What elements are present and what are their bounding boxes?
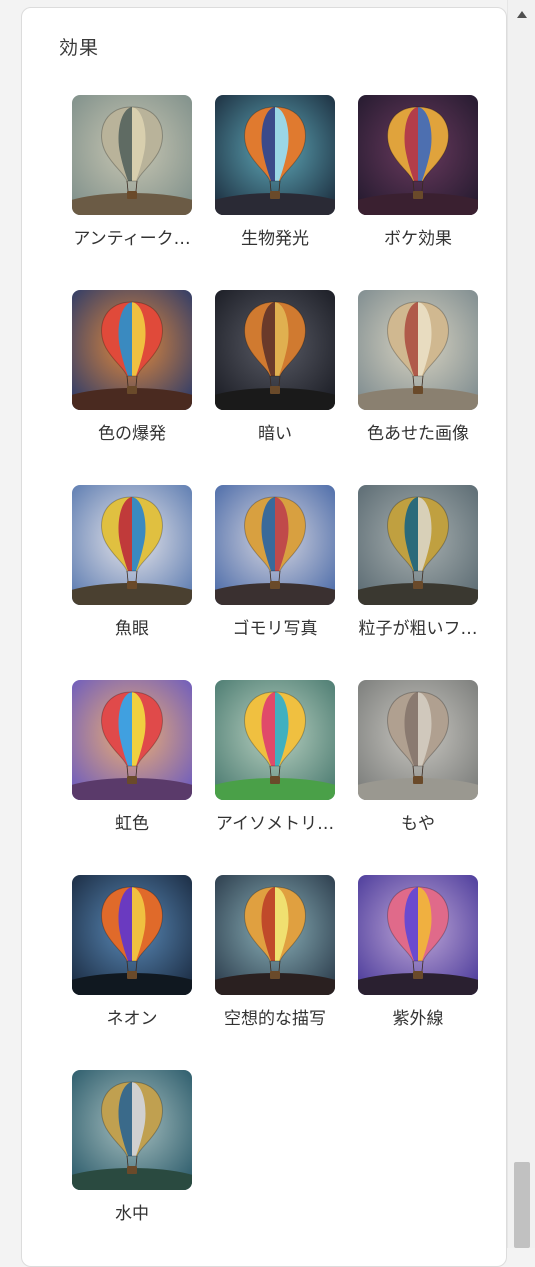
effect-option[interactable]: ゴモリ写真 (204, 485, 346, 680)
effect-thumbnail (215, 290, 335, 410)
effect-label: アイソメトリ… (215, 814, 335, 834)
effect-option[interactable]: アンティーク… (61, 95, 203, 290)
hot-air-balloon-image (358, 95, 478, 215)
effect-thumbnail (72, 95, 192, 215)
hot-air-balloon-image (72, 485, 192, 605)
effect-option[interactable]: アイソメトリ… (204, 680, 346, 875)
effect-label: ボケ効果 (384, 229, 452, 249)
effect-label: 色あせた画像 (367, 424, 469, 444)
effect-label: 暗い (258, 424, 292, 444)
effect-label: 虹色 (115, 814, 149, 834)
hot-air-balloon-image (215, 485, 335, 605)
effect-thumbnail (72, 680, 192, 800)
effect-thumbnail (358, 875, 478, 995)
effect-thumbnail (215, 485, 335, 605)
effect-option[interactable]: ボケ効果 (347, 95, 489, 290)
hot-air-balloon-image (215, 95, 335, 215)
effect-label: ゴモリ写真 (232, 619, 318, 639)
effect-option[interactable]: もや (347, 680, 489, 875)
hot-air-balloon-image (358, 875, 478, 995)
effect-thumbnail (215, 875, 335, 995)
effect-thumbnail (358, 485, 478, 605)
effect-option[interactable]: 生物発光 (204, 95, 346, 290)
effect-label: ネオン (106, 1009, 158, 1029)
effect-option[interactable]: ネオン (61, 875, 203, 1070)
effect-option[interactable]: 紫外線 (347, 875, 489, 1070)
hot-air-balloon-image (358, 290, 478, 410)
hot-air-balloon-image (72, 875, 192, 995)
effects-panel: 効果 アンティーク… 生物発光 ボケ効果色の爆発 暗い 色あせた画像魚眼 ゴモリ写真 粒子が… (21, 7, 507, 1267)
effect-option[interactable]: 魚眼 (61, 485, 203, 680)
effect-option[interactable]: 粒子が粗いフ… (347, 485, 489, 680)
effect-thumbnail (358, 95, 478, 215)
effect-thumbnail (358, 680, 478, 800)
effect-label: アンティーク… (73, 229, 191, 249)
hot-air-balloon-image (215, 290, 335, 410)
scroll-up-arrow-icon[interactable] (508, 0, 535, 28)
effect-label: 色の爆発 (98, 424, 166, 444)
hot-air-balloon-image (72, 290, 192, 410)
effect-thumbnail (72, 290, 192, 410)
effect-label: 空想的な描写 (224, 1009, 326, 1029)
effect-option[interactable]: 空想的な描写 (204, 875, 346, 1070)
hot-air-balloon-image (72, 680, 192, 800)
effect-option[interactable]: 暗い (204, 290, 346, 485)
effect-label: もや (401, 814, 435, 834)
effect-thumbnail (72, 875, 192, 995)
hot-air-balloon-image (72, 95, 192, 215)
effect-option[interactable]: 虹色 (61, 680, 203, 875)
effects-grid: アンティーク… 生物発光 ボケ効果色の爆発 暗い 色あせた画像魚眼 ゴモリ写真 粒子が粗いフ… (61, 95, 489, 1265)
effect-option[interactable]: 水中 (61, 1070, 203, 1265)
scrollbar-thumb[interactable] (514, 1162, 530, 1248)
effect-label: 紫外線 (392, 1009, 444, 1029)
effect-option[interactable]: 色の爆発 (61, 290, 203, 485)
effect-label: 水中 (115, 1204, 149, 1224)
panel-title: 効果 (59, 37, 100, 59)
effect-label: 粒子が粗いフ… (358, 619, 478, 639)
effect-thumbnail (358, 290, 478, 410)
hot-air-balloon-image (358, 485, 478, 605)
effect-option[interactable]: 色あせた画像 (347, 290, 489, 485)
hot-air-balloon-image (215, 680, 335, 800)
effect-thumbnail (72, 485, 192, 605)
effect-label: 生物発光 (241, 229, 309, 249)
hot-air-balloon-image (358, 680, 478, 800)
effect-thumbnail (215, 95, 335, 215)
effect-thumbnail (215, 680, 335, 800)
hot-air-balloon-image (215, 875, 335, 995)
vertical-scrollbar[interactable] (507, 0, 535, 1248)
effect-label: 魚眼 (115, 619, 149, 639)
effect-thumbnail (72, 1070, 192, 1190)
hot-air-balloon-image (72, 1070, 192, 1190)
